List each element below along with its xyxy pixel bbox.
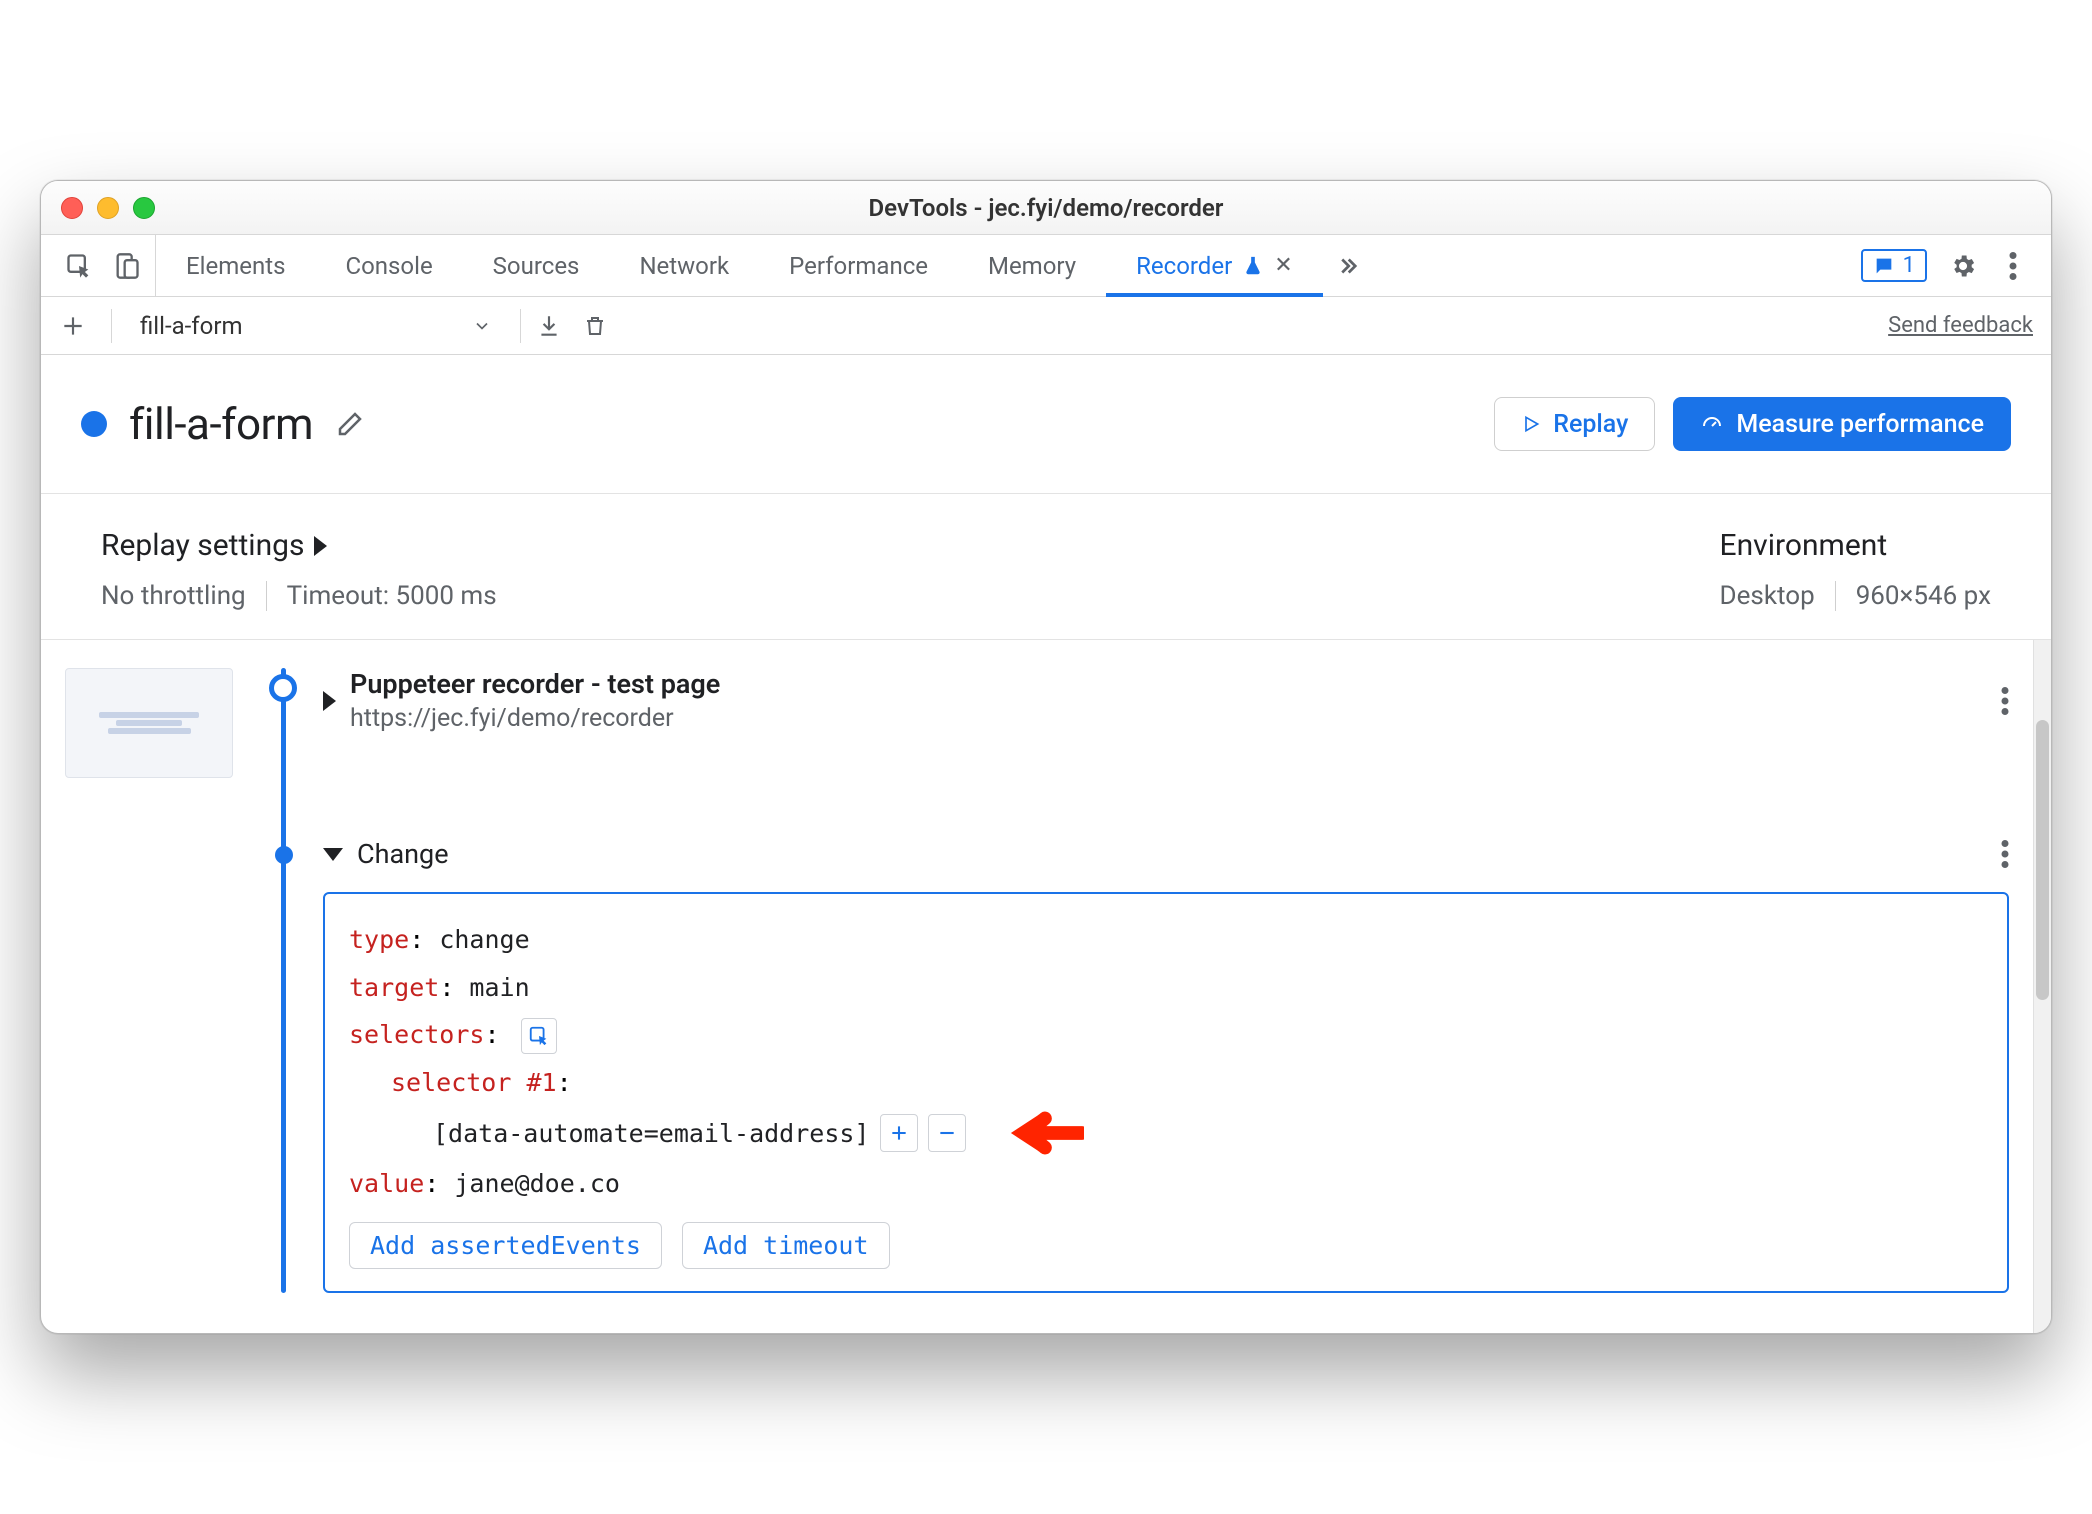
step-title: Puppeteer recorder - test page [350,668,720,700]
minimize-window-button[interactable] [97,197,119,219]
prop-key-type: type [349,925,409,954]
measure-performance-label: Measure performance [1736,410,1984,439]
replay-settings-label: Replay settings [101,528,304,563]
tab-memory[interactable]: Memory [958,235,1106,296]
recording-select-value: fill-a-form [140,312,243,340]
page-thumbnail [65,668,233,778]
devtools-tabs-bar: Elements Console Sources Network Perform… [41,235,2051,297]
prop-val-type[interactable]: change [439,925,529,954]
tab-performance[interactable]: Performance [759,235,958,296]
replay-button-label: Replay [1553,410,1628,439]
chevron-down-icon [472,316,492,336]
tab-elements[interactable]: Elements [156,235,315,296]
tab-label: Sources [493,252,580,280]
scrollbar-thumb[interactable] [2036,720,2049,1000]
chat-icon [1873,255,1895,277]
tab-close-icon[interactable]: ✕ [1274,253,1292,278]
tab-console[interactable]: Console [315,235,462,296]
vertical-scrollbar[interactable] [2033,640,2051,1333]
tab-recorder[interactable]: Recorder ✕ [1106,235,1323,296]
settings-strip: Replay settings No throttling Timeout: 5… [41,494,2051,640]
expand-step-icon[interactable] [323,691,336,711]
window-title: DevTools - jec.fyi/demo/recorder [869,194,1224,222]
recording-header: fill-a-form Replay Measure performance [41,355,2051,494]
step-title: Change [357,838,449,870]
prop-val-selector1[interactable]: [data-automate=email-address] [433,1110,870,1158]
experiment-flask-icon [1242,255,1264,277]
recording-title: fill-a-form [129,398,313,450]
add-selector-button[interactable] [880,1114,918,1152]
more-tabs-button[interactable] [1323,235,1381,296]
recording-select[interactable]: fill-a-form [126,306,506,346]
environment-resolution: 960×546 px [1856,581,1991,611]
new-recording-button[interactable] [59,312,87,340]
gauge-icon [1700,412,1724,436]
environment-title: Environment [1720,528,1991,563]
more-menu-icon[interactable] [1999,252,2027,280]
tab-label: Recorder [1136,252,1232,280]
timeline-rail [281,668,286,1293]
timeline-node-start [269,674,297,702]
add-asserted-events-button[interactable]: Add assertedEvents [349,1222,662,1269]
issues-count-chip[interactable]: 1 [1861,249,1927,282]
selector-picker-button[interactable] [521,1018,557,1054]
measure-performance-button[interactable]: Measure performance [1673,397,2011,451]
chevron-right-icon [314,536,327,556]
window-titlebar: DevTools - jec.fyi/demo/recorder [41,181,2051,235]
tab-sources[interactable]: Sources [463,235,610,296]
recorder-toolbar: fill-a-form Send feedback [41,297,2051,355]
replay-button[interactable]: Replay [1494,397,1655,451]
tab-label: Performance [789,252,928,280]
timeout-value: Timeout: 5000 ms [287,581,497,611]
devtools-tabs: Elements Console Sources Network Perform… [156,235,1381,296]
step-details-panel: type: change target: main selectors: [323,892,2009,1293]
tab-label: Console [345,252,432,280]
delete-button[interactable] [581,312,609,340]
issues-count: 1 [1903,253,1915,278]
step-navigate: Puppeteer recorder - test page https://j… [323,668,2009,778]
edit-title-button[interactable] [335,409,365,439]
prop-val-value[interactable]: jane@doe.co [454,1169,620,1198]
window-controls [61,197,155,219]
step-change: Change type: change target: main [323,838,2009,1293]
close-window-button[interactable] [61,197,83,219]
tab-label: Elements [186,252,285,280]
recording-status-dot [81,411,107,437]
tab-label: Network [639,252,729,280]
device-toggle-icon[interactable] [113,252,141,280]
callout-arrow-icon [1006,1106,1084,1160]
step-url: https://jec.fyi/demo/recorder [350,704,720,733]
throttling-value: No throttling [101,581,246,611]
tab-label: Memory [988,252,1076,280]
prop-key-selectors: selectors [349,1020,484,1049]
settings-gear-icon[interactable] [1949,252,1977,280]
send-feedback-link[interactable]: Send feedback [1888,313,2033,338]
add-timeout-button[interactable]: Add timeout [682,1222,890,1269]
prop-val-target[interactable]: main [469,973,529,1002]
recording-timeline: Puppeteer recorder - test page https://j… [41,640,2033,1333]
prop-key-target: target [349,973,439,1002]
play-icon [1521,414,1541,434]
environment-device: Desktop [1720,581,1815,611]
replay-settings-toggle[interactable]: Replay settings [101,528,497,563]
timeline-node-step [275,846,293,864]
step-menu-button[interactable] [2001,687,2009,715]
remove-selector-button[interactable] [928,1114,966,1152]
collapse-step-icon[interactable] [323,848,343,861]
prop-key-selector1: selector #1 [391,1068,557,1097]
inspect-element-icon[interactable] [65,252,93,280]
maximize-window-button[interactable] [133,197,155,219]
step-menu-button[interactable] [2001,840,2009,868]
prop-key-value: value [349,1169,424,1198]
devtools-window: DevTools - jec.fyi/demo/recorder Element… [40,180,2052,1334]
tab-network[interactable]: Network [609,235,759,296]
export-button[interactable] [535,312,563,340]
